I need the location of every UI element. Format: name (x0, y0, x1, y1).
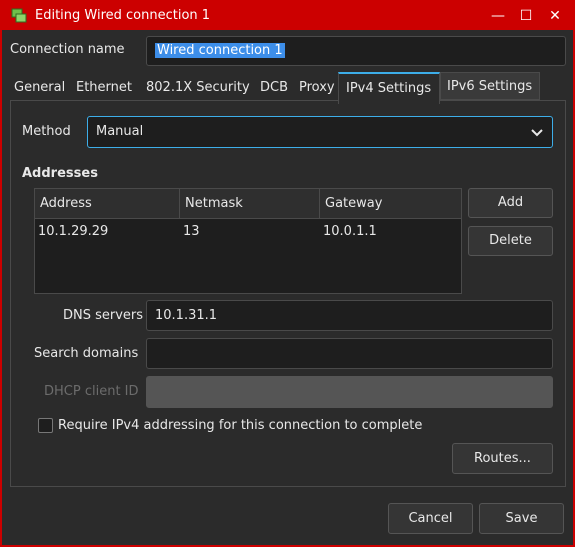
dns-servers-input[interactable]: 10.1.31.1 (146, 300, 553, 331)
dns-servers-label: DNS servers (63, 308, 144, 323)
tab-ipv4-label: IPv4 Settings (346, 81, 432, 96)
delete-button[interactable]: Delete (468, 226, 553, 256)
search-domains-label: Search domains (34, 346, 139, 361)
routes-button[interactable]: Routes... (452, 443, 553, 474)
cell-address[interactable]: 10.1.29.29 (38, 224, 108, 239)
maximize-icon[interactable]: ☐ (516, 6, 536, 26)
method-select[interactable]: Manual (87, 116, 553, 148)
table-header: Address Netmask Gateway (35, 189, 461, 219)
tab-ipv6-label: IPv6 Settings (447, 79, 533, 94)
cell-gateway[interactable]: 10.0.1.1 (323, 224, 377, 239)
titlebar[interactable]: Editing Wired connection 1 — ☐ ✕ (2, 2, 573, 30)
tab-dcb[interactable]: DCB (260, 74, 288, 102)
cell-netmask[interactable]: 13 (183, 224, 200, 239)
method-value: Manual (96, 124, 144, 139)
window-title: Editing Wired connection 1 (35, 8, 211, 23)
tab-proxy[interactable]: Proxy (299, 74, 335, 102)
method-label: Method (22, 124, 71, 139)
require-ipv4-checkbox[interactable] (38, 418, 53, 433)
tab-ipv4-settings[interactable]: IPv4 Settings (338, 72, 440, 104)
column-address[interactable]: Address (40, 196, 92, 211)
close-icon[interactable]: ✕ (545, 6, 565, 26)
connection-name-input[interactable]: Wired connection 1 (146, 36, 566, 66)
tab-8021x-security[interactable]: 802.1X Security (146, 74, 250, 102)
column-divider (179, 189, 180, 218)
tab-ipv6-settings[interactable]: IPv6 Settings (440, 72, 540, 100)
addresses-heading: Addresses (22, 166, 98, 181)
chevron-down-icon (531, 129, 543, 137)
addresses-table[interactable]: Address Netmask Gateway 10.1.29.29 13 10… (34, 188, 462, 294)
dialog-window: Editing Wired connection 1 — ☐ ✕ Connect… (2, 2, 573, 545)
network-connection-icon (11, 8, 27, 23)
column-gateway[interactable]: Gateway (325, 196, 382, 211)
column-netmask[interactable]: Netmask (185, 196, 243, 211)
connection-name-value: Wired connection 1 (155, 43, 285, 58)
table-row[interactable]: 10.1.29.29 13 10.0.1.1 (35, 219, 461, 245)
dhcp-client-id-input (146, 376, 553, 408)
tab-general[interactable]: General (14, 74, 65, 102)
require-ipv4-label[interactable]: Require IPv4 addressing for this connect… (58, 418, 422, 433)
save-button[interactable]: Save (479, 503, 564, 534)
minimize-icon[interactable]: — (488, 6, 508, 26)
column-divider (319, 189, 320, 218)
dns-servers-value: 10.1.31.1 (155, 308, 218, 323)
connection-name-label: Connection name (10, 42, 125, 57)
tab-ethernet[interactable]: Ethernet (76, 74, 132, 102)
dhcp-client-id-label: DHCP client ID (44, 384, 139, 399)
search-domains-input[interactable] (146, 338, 553, 369)
cancel-button[interactable]: Cancel (388, 503, 473, 534)
add-button[interactable]: Add (468, 188, 553, 218)
